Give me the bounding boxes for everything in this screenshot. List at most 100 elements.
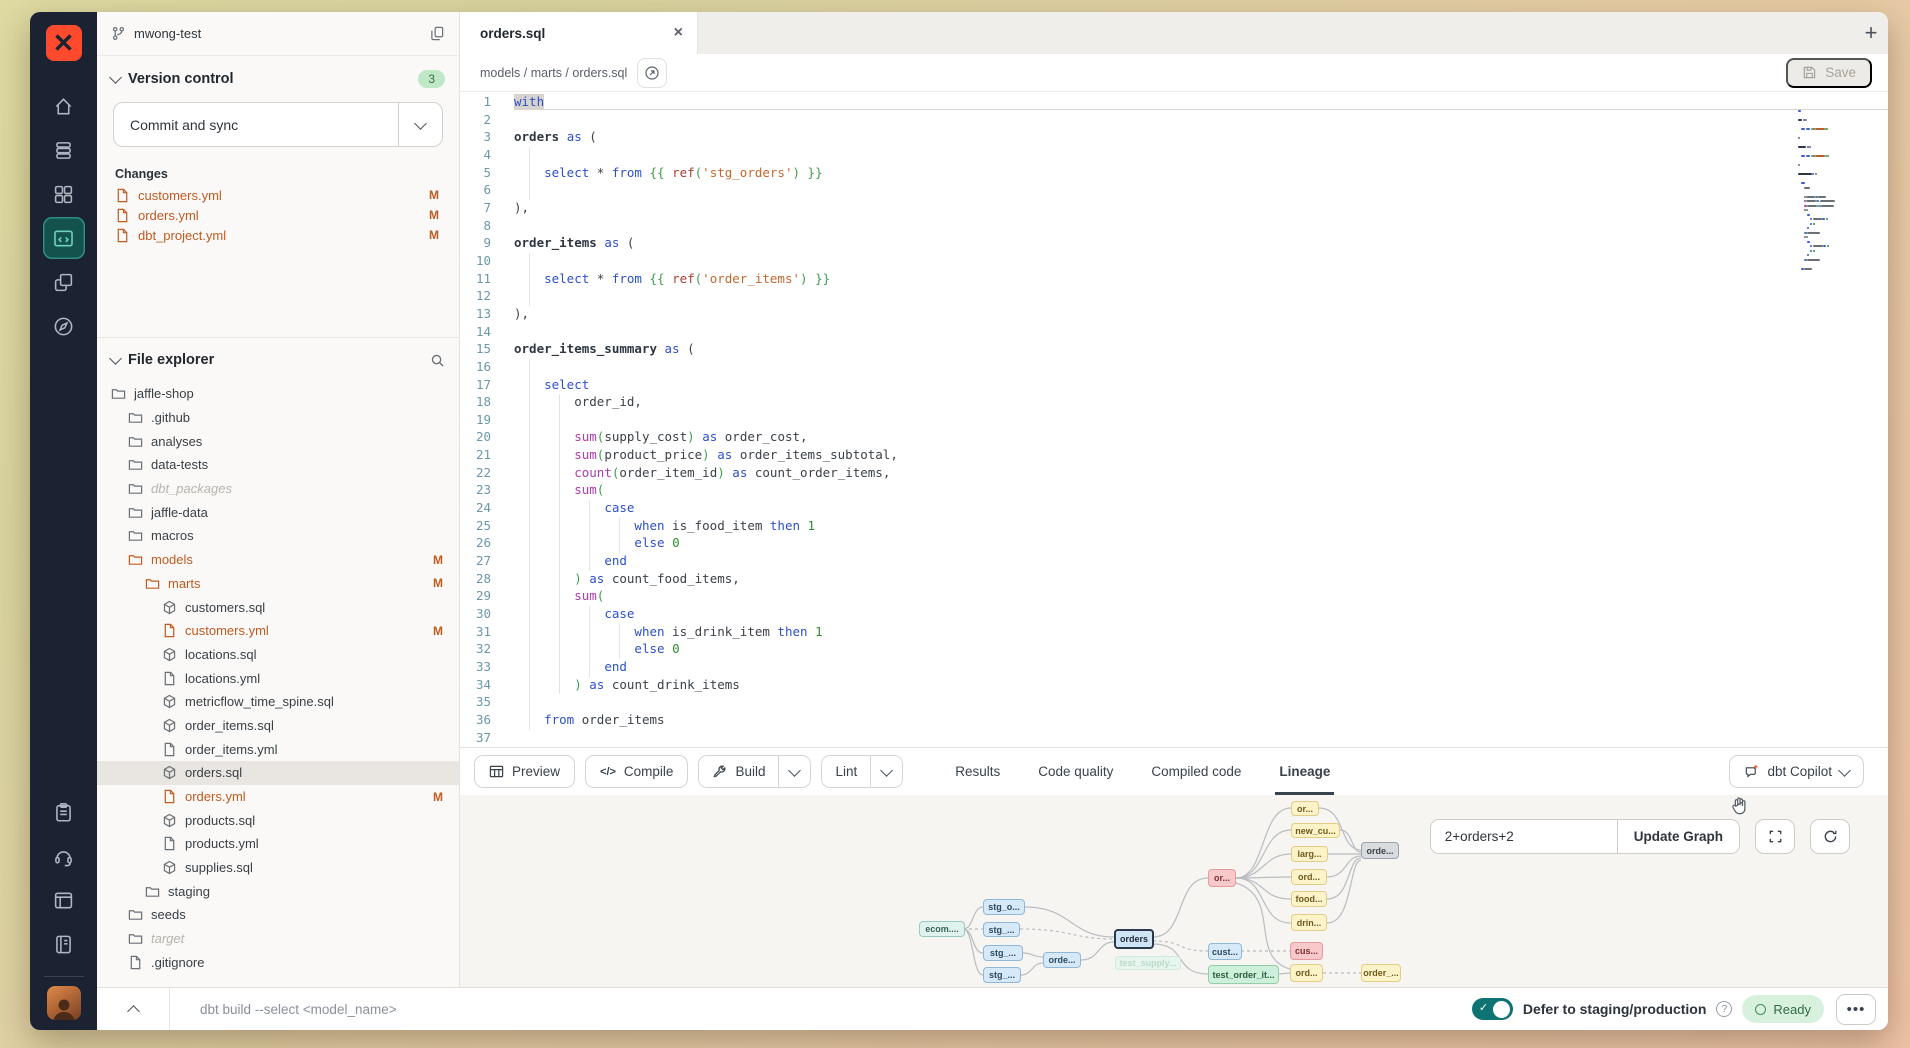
- dbt-logo-icon[interactable]: ✕: [46, 25, 82, 61]
- lineage-node-stg-o-[interactable]: stg_o...: [983, 899, 1025, 915]
- tree-item-products-yml[interactable]: products.yml: [97, 832, 459, 856]
- tree-item-data-tests[interactable]: data-tests: [97, 453, 459, 477]
- tree-item-jaffle-data[interactable]: jaffle-data: [97, 500, 459, 524]
- lint-options-caret[interactable]: [870, 756, 902, 787]
- commit-and-sync-button[interactable]: Commit and sync: [113, 102, 443, 147]
- code-line-26[interactable]: 26 else 0: [460, 535, 1888, 553]
- code-line-6[interactable]: 6: [460, 182, 1888, 200]
- help-icon[interactable]: ?: [1716, 1001, 1732, 1017]
- tree-item-order-items-sql[interactable]: order_items.sql: [97, 714, 459, 738]
- code-line-7[interactable]: 7),: [460, 200, 1888, 218]
- lineage-node-orders[interactable]: orders: [1114, 929, 1154, 949]
- develop-icon[interactable]: [43, 217, 85, 259]
- lineage-node-larg-[interactable]: larg...: [1291, 846, 1328, 862]
- tree-item-customers-yml[interactable]: customers.ymlM: [97, 619, 459, 643]
- lineage-node-ord-[interactable]: ord...: [1290, 964, 1323, 982]
- tree-item-order-items-yml[interactable]: order_items.yml: [97, 737, 459, 761]
- code-line-30[interactable]: 30 case: [460, 606, 1888, 624]
- tasks-icon[interactable]: [43, 791, 85, 833]
- code-line-22[interactable]: 22 count(order_item_id) as count_order_i…: [460, 465, 1888, 483]
- version-control-header[interactable]: Version control 3: [97, 56, 459, 96]
- tree-item-staging[interactable]: staging: [97, 879, 459, 903]
- tab-lineage[interactable]: Lineage: [1279, 748, 1330, 795]
- refresh-graph-button[interactable]: [1810, 819, 1850, 854]
- tree-item--github[interactable]: .github: [97, 406, 459, 430]
- expand-command-bar-button[interactable]: [97, 1003, 169, 1016]
- tree-item-locations-sql[interactable]: locations.sql: [97, 643, 459, 667]
- lineage-node-ecom-[interactable]: ecom....: [919, 921, 965, 937]
- explore-icon[interactable]: [43, 305, 85, 347]
- code-line-32[interactable]: 32 else 0: [460, 641, 1888, 659]
- lineage-node-test-order-it-[interactable]: test_order_it...: [1208, 965, 1279, 984]
- code-line-1[interactable]: 1with: [460, 94, 1888, 112]
- code-line-29[interactable]: 29 sum(: [460, 588, 1888, 606]
- code-line-34[interactable]: 34 ) as count_drink_items: [460, 677, 1888, 695]
- close-tab-icon[interactable]: ×: [674, 24, 683, 42]
- tree-item-marts[interactable]: martsM: [97, 572, 459, 596]
- code-line-17[interactable]: 17 select: [460, 377, 1888, 395]
- lint-button[interactable]: Lint: [822, 756, 870, 787]
- compile-button[interactable]: </> Compile: [585, 755, 688, 788]
- copy-branch-icon[interactable]: [430, 26, 445, 41]
- tree-item-models[interactable]: modelsM: [97, 548, 459, 572]
- lineage-node-food-[interactable]: food...: [1291, 891, 1327, 907]
- code-line-23[interactable]: 23 sum(: [460, 482, 1888, 500]
- tree-item-supplies-sql[interactable]: supplies.sql: [97, 856, 459, 880]
- lineage-node-drin-[interactable]: drin...: [1291, 914, 1327, 931]
- lineage-node-cust-[interactable]: cust...: [1208, 943, 1242, 960]
- code-line-15[interactable]: 15order_items_summary as (: [460, 341, 1888, 359]
- projects-icon[interactable]: [43, 261, 85, 303]
- docs-icon[interactable]: [43, 879, 85, 921]
- minimap[interactable]: [1798, 110, 1862, 286]
- code-line-37[interactable]: 37: [460, 730, 1888, 747]
- tab-code-quality[interactable]: Code quality: [1038, 748, 1113, 795]
- tree-item-products-sql[interactable]: products.sql: [97, 808, 459, 832]
- changed-file-row[interactable]: orders.ymlM: [97, 205, 459, 225]
- code-line-21[interactable]: 21 sum(product_price) as order_items_sub…: [460, 447, 1888, 465]
- lineage-node-ord-[interactable]: ord...: [1291, 869, 1327, 885]
- tree-item-macros[interactable]: macros: [97, 524, 459, 548]
- changed-file-row[interactable]: customers.ymlM: [97, 185, 459, 205]
- home-icon[interactable]: [43, 85, 85, 127]
- tree-item--gitignore[interactable]: .gitignore: [97, 951, 459, 975]
- code-line-10[interactable]: 10: [460, 253, 1888, 271]
- code-line-11[interactable]: 11 select * from {{ ref('order_items') }…: [460, 271, 1888, 289]
- defer-toggle[interactable]: ✓: [1472, 998, 1513, 1020]
- lineage-node-cus-[interactable]: cus...: [1290, 942, 1323, 960]
- code-line-19[interactable]: 19: [460, 412, 1888, 430]
- preview-button[interactable]: Preview: [474, 755, 575, 788]
- more-options-button[interactable]: •••: [1836, 994, 1876, 1025]
- code-line-5[interactable]: 5 select * from {{ ref('stg_orders') }}: [460, 165, 1888, 183]
- lineage-node-stg-[interactable]: stg_...: [983, 945, 1023, 961]
- tree-item-seeds[interactable]: seeds: [97, 903, 459, 927]
- tab-orders-sql[interactable]: orders.sql ×: [460, 12, 698, 54]
- code-line-27[interactable]: 27 end: [460, 553, 1888, 571]
- lineage-node-orde-[interactable]: orde...: [1043, 952, 1081, 968]
- commit-options-caret[interactable]: [398, 103, 442, 146]
- code-line-35[interactable]: 35: [460, 694, 1888, 712]
- code-line-18[interactable]: 18 order_id,: [460, 394, 1888, 412]
- tree-item-customers-sql[interactable]: customers.sql: [97, 595, 459, 619]
- code-line-16[interactable]: 16: [460, 359, 1888, 377]
- file-explorer-header[interactable]: File explorer: [97, 338, 459, 376]
- build-options-caret[interactable]: [778, 756, 810, 787]
- code-line-20[interactable]: 20 sum(supply_cost) as order_cost,: [460, 429, 1888, 447]
- support-icon[interactable]: [43, 835, 85, 877]
- changed-file-row[interactable]: dbt_project.ymlM: [97, 225, 459, 245]
- tree-item-orders-sql[interactable]: orders.sql: [97, 761, 459, 785]
- tree-item-orders-yml[interactable]: orders.ymlM: [97, 785, 459, 809]
- code-line-28[interactable]: 28 ) as count_food_items,: [460, 571, 1888, 589]
- command-input[interactable]: dbt build --select <model_name>: [200, 1002, 1472, 1017]
- tree-item-target[interactable]: target: [97, 927, 459, 951]
- code-line-24[interactable]: 24 case: [460, 500, 1888, 518]
- copy-file-link-icon[interactable]: [637, 58, 667, 88]
- save-button[interactable]: Save: [1786, 58, 1872, 88]
- new-tab-button[interactable]: +: [1854, 16, 1888, 50]
- changelog-icon[interactable]: [43, 923, 85, 965]
- code-line-25[interactable]: 25 when is_food_item then 1: [460, 518, 1888, 536]
- tab-results[interactable]: Results: [955, 748, 1000, 795]
- deploy-icon[interactable]: [43, 129, 85, 171]
- code-line-9[interactable]: 9order_items as (: [460, 235, 1888, 253]
- tree-item-analyses[interactable]: analyses: [97, 429, 459, 453]
- code-line-8[interactable]: 8: [460, 218, 1888, 236]
